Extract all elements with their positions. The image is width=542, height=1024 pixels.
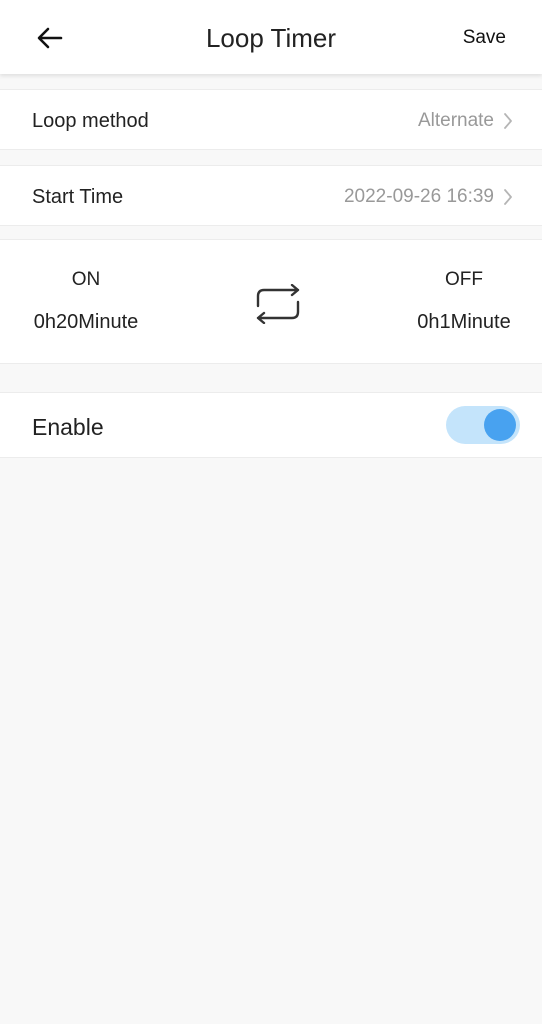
chevron-right-icon: [504, 189, 512, 205]
start-time-value: 2022-09-26 16:39: [343, 186, 494, 207]
off-label: OFF: [445, 269, 483, 290]
on-duration[interactable]: ON 0h20Minute: [24, 268, 148, 334]
off-value: 0h1Minute: [417, 311, 511, 333]
on-value: 0h20Minute: [33, 311, 139, 333]
top-bar: Loop Timer Save: [0, 0, 542, 74]
enable-label: Enable: [32, 414, 104, 440]
repeat-icon: [256, 284, 300, 324]
start-time-row[interactable]: Start Time 2022-09-26 16:39: [0, 165, 542, 226]
page-title: Loop Timer: [205, 23, 337, 53]
loop-method-value: Alternate: [417, 110, 494, 131]
chevron-right-icon: [504, 113, 512, 129]
loop-method-label: Loop method: [32, 110, 149, 132]
enable-toggle[interactable]: [446, 406, 520, 444]
save-button[interactable]: Save: [463, 26, 506, 50]
loop-duration-panel: ON 0h20Minute OFF 0h1Minute: [0, 239, 542, 364]
toggle-knob: [484, 409, 516, 441]
start-time-label: Start Time: [32, 186, 124, 208]
enable-row: Enable: [0, 392, 542, 458]
loop-method-row[interactable]: Loop method Alternate: [0, 89, 542, 150]
on-label: ON: [71, 269, 101, 290]
off-duration[interactable]: OFF 0h1Minute: [402, 268, 526, 334]
